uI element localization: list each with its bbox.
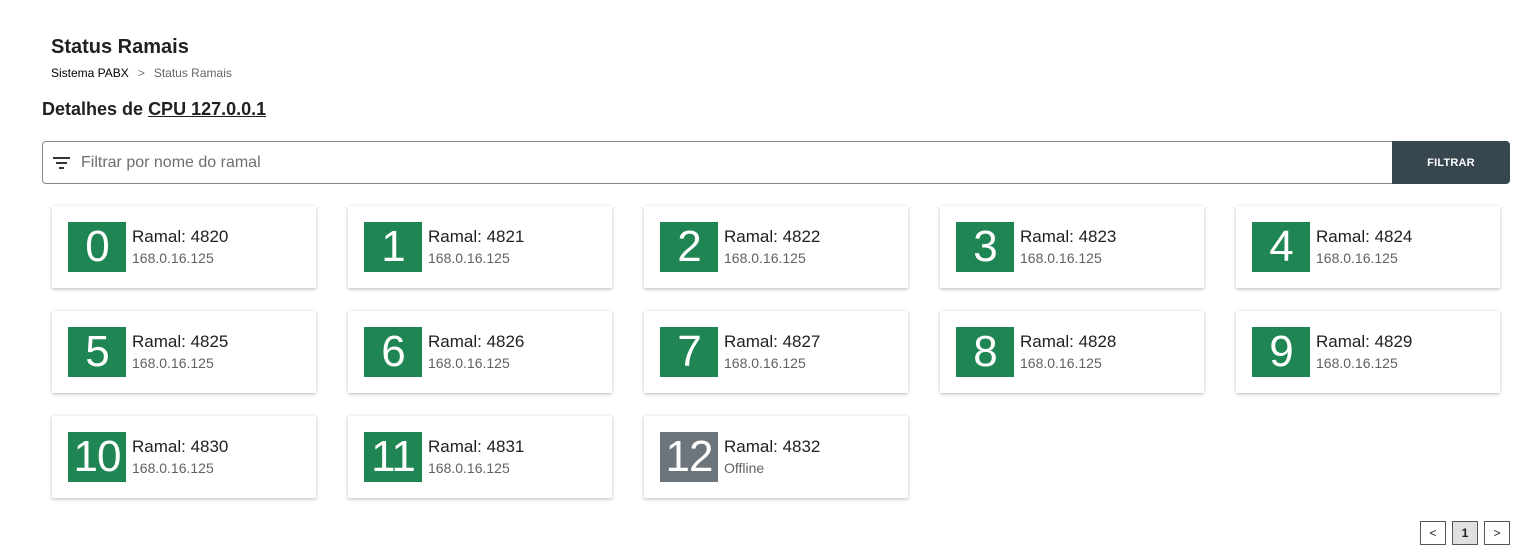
extension-ip: 168.0.16.125 <box>132 355 214 371</box>
extension-index-badge: 12 <box>660 432 718 482</box>
extension-card[interactable]: 3 Ramal: 4823 168.0.16.125 <box>940 206 1204 288</box>
extension-index-badge: 10 <box>68 432 126 482</box>
details-heading: Detalhes de CPU 127.0.0.1 <box>42 99 266 120</box>
extension-title: Ramal: 4826 <box>428 332 525 351</box>
extension-card[interactable]: 12 Ramal: 4832 Offline <box>644 416 908 498</box>
page-title: Status Ramais <box>51 36 189 58</box>
breadcrumb-separator: > <box>137 66 145 80</box>
extension-ip: 168.0.16.125 <box>132 250 214 266</box>
extension-card[interactable]: 4 Ramal: 4824 168.0.16.125 <box>1236 206 1500 288</box>
extension-ip: 168.0.16.125 <box>724 250 806 266</box>
pagination-next-button[interactable]: > <box>1484 521 1510 545</box>
pagination-prev-button[interactable]: < <box>1420 521 1446 545</box>
extension-index-badge: 5 <box>68 327 126 377</box>
extension-title: Ramal: 4828 <box>1020 332 1117 351</box>
extension-title: Ramal: 4822 <box>724 227 821 246</box>
extension-title: Ramal: 4823 <box>1020 227 1117 246</box>
extension-ip: 168.0.16.125 <box>724 355 806 371</box>
extension-card[interactable]: 1 Ramal: 4821 168.0.16.125 <box>348 206 612 288</box>
extension-title: Ramal: 4821 <box>428 227 525 246</box>
extension-ip: 168.0.16.125 <box>1020 250 1102 266</box>
extension-title: Ramal: 4829 <box>1316 332 1413 351</box>
extension-status: Offline <box>724 460 765 476</box>
extension-card[interactable]: 0 Ramal: 4820 168.0.16.125 <box>52 206 316 288</box>
extension-card[interactable]: 2 Ramal: 4822 168.0.16.125 <box>644 206 908 288</box>
extension-title: Ramal: 4825 <box>132 332 229 351</box>
filter-button[interactable]: FILTRAR <box>1392 141 1510 184</box>
extension-card[interactable]: 7 Ramal: 4827 168.0.16.125 <box>644 311 908 393</box>
extension-index-badge: 4 <box>1252 222 1310 272</box>
extension-title: Ramal: 4830 <box>132 437 229 456</box>
extension-card[interactable]: 8 Ramal: 4828 168.0.16.125 <box>940 311 1204 393</box>
filter-list-icon <box>53 156 71 170</box>
extension-ip: 168.0.16.125 <box>132 460 214 476</box>
extension-index-badge: 8 <box>956 327 1014 377</box>
extension-ip: 168.0.16.125 <box>428 355 510 371</box>
extension-title: Ramal: 4824 <box>1316 227 1413 246</box>
extension-ip: 168.0.16.125 <box>428 250 510 266</box>
filter-bar: FILTRAR <box>42 141 1510 184</box>
extension-title: Ramal: 4820 <box>132 227 229 246</box>
extension-card[interactable]: 6 Ramal: 4826 168.0.16.125 <box>348 311 612 393</box>
breadcrumb-item-sistema-pabx[interactable]: Sistema PABX <box>51 66 129 80</box>
extensions-grid: 0 Ramal: 4820 168.0.16.125 1 Ramal: 4821 168.… <box>52 206 1501 498</box>
extension-ip: 168.0.16.125 <box>1316 355 1398 371</box>
extension-title: Ramal: 4832 <box>724 437 821 456</box>
extension-index-badge: 3 <box>956 222 1014 272</box>
pagination: < 1 > <box>1420 521 1510 545</box>
extension-index-badge: 1 <box>364 222 422 272</box>
extension-card[interactable]: 10 Ramal: 4830 168.0.16.125 <box>52 416 316 498</box>
extension-card[interactable]: 9 Ramal: 4829 168.0.16.125 <box>1236 311 1500 393</box>
extension-ip: 168.0.16.125 <box>1316 250 1398 266</box>
filter-input-wrapper <box>42 141 1392 184</box>
extension-index-badge: 9 <box>1252 327 1310 377</box>
details-prefix: Detalhes de <box>42 99 144 119</box>
cpu-link[interactable]: CPU 127.0.0.1 <box>148 99 266 119</box>
filter-input[interactable] <box>79 141 1392 184</box>
breadcrumb-item-current: Status Ramais <box>153 66 232 80</box>
extension-title: Ramal: 4827 <box>724 332 821 351</box>
extension-index-badge: 0 <box>68 222 126 272</box>
pagination-page-button[interactable]: 1 <box>1452 521 1478 545</box>
extension-ip: 168.0.16.125 <box>428 460 510 476</box>
extension-index-badge: 7 <box>660 327 718 377</box>
extension-title: Ramal: 4831 <box>428 437 525 456</box>
extension-index-badge: 2 <box>660 222 718 272</box>
extension-index-badge: 11 <box>364 432 422 482</box>
breadcrumb: Sistema PABX > Status Ramais <box>51 66 232 80</box>
extension-index-badge: 6 <box>364 327 422 377</box>
extension-card[interactable]: 11 Ramal: 4831 168.0.16.125 <box>348 416 612 498</box>
extension-card[interactable]: 5 Ramal: 4825 168.0.16.125 <box>52 311 316 393</box>
extension-ip: 168.0.16.125 <box>1020 355 1102 371</box>
